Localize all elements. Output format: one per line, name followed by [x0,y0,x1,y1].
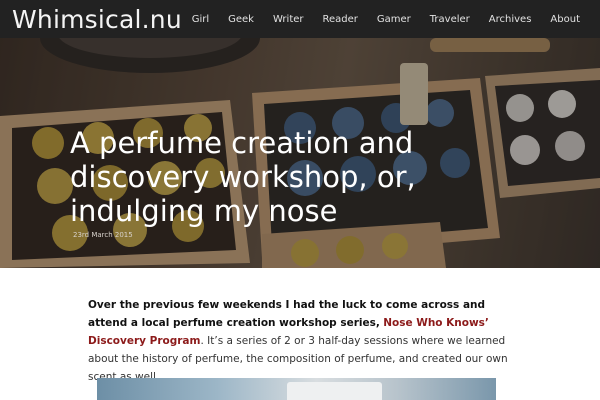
image-monitor-shape [287,382,382,400]
nav-item-girl[interactable]: Girl [192,14,209,25]
hero-banner: A perfume creation and discovery worksho… [0,38,600,268]
nav-item-traveler[interactable]: Traveler [430,14,470,25]
intro-paragraph: Over the previous few weekends I had the… [88,296,513,386]
article-body: Over the previous few weekends I had the… [88,296,513,386]
article-image [97,378,496,400]
nav-item-reader[interactable]: Reader [323,14,358,25]
nav-item-archives[interactable]: Archives [489,14,532,25]
nav-item-gamer[interactable]: Gamer [377,14,411,25]
top-navbar: Whimsical.nu Girl Geek Writer Reader Gam… [0,0,600,38]
nav-item-geek[interactable]: Geek [228,14,254,25]
main-nav: Girl Geek Writer Reader Gamer Traveler A… [192,0,600,38]
site-title[interactable]: Whimsical.nu [12,5,182,35]
nav-item-writer[interactable]: Writer [273,14,304,25]
nav-item-about[interactable]: About [550,14,580,25]
post-title[interactable]: A perfume creation and discovery worksho… [70,126,490,228]
post-date: 23rd March 2015 [73,231,133,239]
